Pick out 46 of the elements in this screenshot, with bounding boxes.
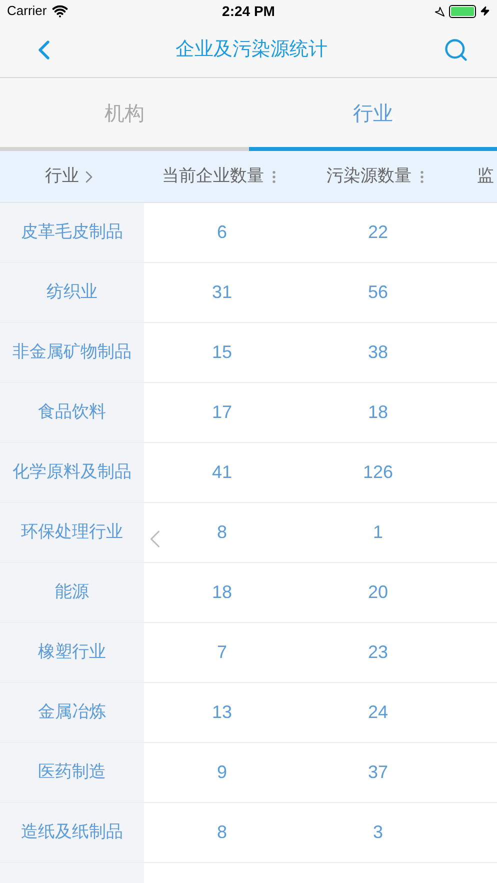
column-header[interactable]: 监 [477, 164, 494, 190]
row-header-cell[interactable]: 环保处理行业 [0, 503, 144, 562]
column-header[interactable]: 行业 [45, 164, 79, 190]
table-cell-text: 3 [372, 821, 383, 844]
search-button[interactable] [443, 36, 469, 62]
charging-icon [480, 6, 490, 16]
table-cell-text: 18 [212, 581, 232, 604]
column-header[interactable]: 当前企业数量 [162, 164, 264, 190]
table-cell-text: 17 [212, 401, 232, 424]
row-header-cell[interactable]: 造纸及纸制品 [0, 803, 144, 862]
table-cell-text: 20 [368, 581, 388, 604]
wifi-icon [52, 3, 68, 19]
row-header-cell[interactable]: 皮革毛皮制品 [0, 203, 144, 262]
row-header-cell[interactable]: 能源 [0, 563, 144, 622]
table-cell-text: 8 [216, 821, 227, 844]
table-cell-text: 8 [216, 521, 227, 544]
table-cell-text: 1 [372, 521, 383, 544]
table-cell-text: 6 [216, 221, 227, 244]
table-cell-text: 9 [216, 761, 227, 784]
table-cell-text: 18 [368, 401, 388, 424]
location-icon [434, 6, 445, 16]
carrier-label: Carrier [7, 2, 47, 20]
page-title: 企业及污染源统计 [176, 37, 328, 62]
table-cell-text: 23 [368, 641, 388, 664]
row-header-cell[interactable]: 化学原料及制品 [0, 443, 144, 502]
table-cell-text: 15 [212, 341, 232, 364]
table-cell-text: 37 [368, 761, 388, 784]
clock: 2:24 PM [222, 2, 275, 20]
table-cell-text: 31 [212, 281, 232, 304]
row-header-cell[interactable]: 医药制造 [0, 743, 144, 802]
row-header-cell[interactable]: 纺织业 [0, 263, 144, 322]
battery-icon [449, 4, 476, 18]
row-header-cell[interactable]: 非金属矿物制品 [0, 323, 144, 382]
table-cell-text: 7 [216, 641, 227, 664]
search-icon [443, 36, 469, 62]
table-cell-text: 126 [362, 461, 394, 484]
row-header-cell[interactable]: 金属冶炼 [0, 683, 144, 742]
table-cell-text: 24 [368, 701, 388, 724]
table-cell-text: 38 [368, 341, 388, 364]
column-header[interactable]: 污染源数量 [326, 164, 412, 190]
row-header-cell[interactable]: 食品饮料 [0, 383, 144, 442]
table-cell-text: 13 [212, 701, 232, 724]
table-cell-text: 41 [212, 461, 232, 484]
row-header-cell[interactable]: 橡塑行业 [0, 623, 144, 682]
table-cell-text: 22 [368, 221, 388, 244]
table-cell-text: 56 [368, 281, 388, 304]
